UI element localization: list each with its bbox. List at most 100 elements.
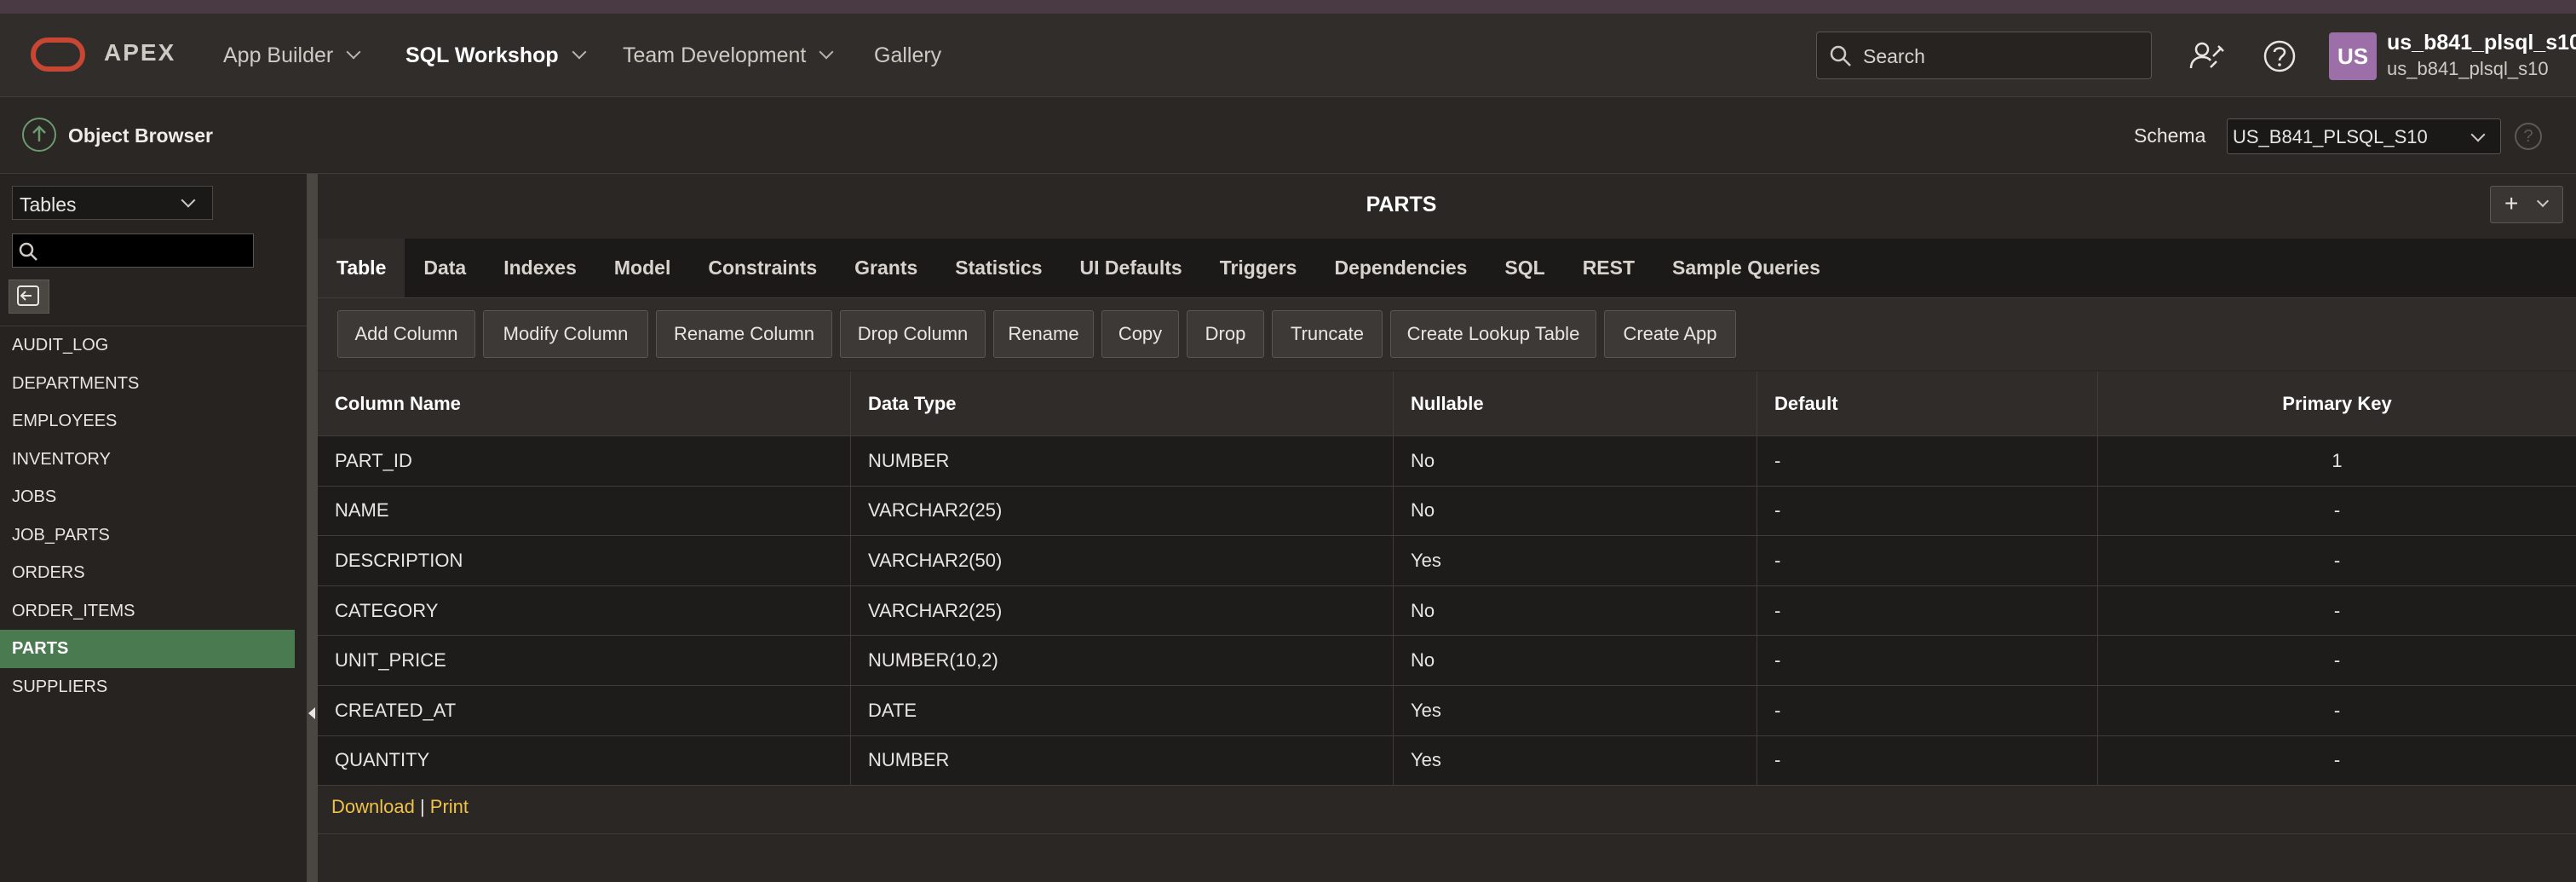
- nav-gallery-label: Gallery: [874, 43, 942, 67]
- nav-sql-workshop[interactable]: SQL Workshop: [405, 14, 587, 97]
- list-item[interactable]: AUDIT_LOG: [0, 326, 295, 365]
- list-item-selected[interactable]: PARTS: [0, 630, 295, 668]
- help-icon[interactable]: [2261, 37, 2298, 75]
- object-filter-input[interactable]: [43, 238, 248, 263]
- table-cell: -: [2097, 585, 2576, 636]
- tab-triggers[interactable]: Triggers: [1201, 239, 1316, 297]
- modify-column-button[interactable]: Modify Column: [483, 310, 648, 358]
- drop-button[interactable]: Drop: [1187, 310, 1264, 358]
- list-item[interactable]: ORDERS: [0, 554, 295, 592]
- chevron-down-icon: [572, 44, 587, 60]
- column-header[interactable]: Default: [1757, 372, 2097, 435]
- create-app-button[interactable]: Create App: [1604, 310, 1736, 358]
- columns-table: Column Name Data Type Nullable Default P…: [318, 372, 2576, 787]
- tab-indexes[interactable]: Indexes: [485, 239, 595, 297]
- table-cell: NUMBER(10,2): [850, 636, 1393, 685]
- list-item[interactable]: EMPLOYEES: [0, 402, 295, 441]
- collapse-button[interactable]: [9, 280, 49, 314]
- global-search[interactable]: [1816, 32, 2152, 79]
- main-content: PARTS + Table Data Indexes Model Constra…: [318, 174, 2576, 882]
- avatar[interactable]: US: [2329, 32, 2377, 80]
- table-header: Column Name Data Type Nullable Default P…: [318, 372, 2576, 436]
- table-cell: Yes: [1393, 685, 1757, 735]
- report-footer: Download | Print: [331, 796, 469, 818]
- schema-select[interactable]: US_B841_PLSQL_S10: [2227, 118, 2501, 154]
- nav-team-development[interactable]: Team Development: [623, 14, 834, 97]
- tab-sample-queries[interactable]: Sample Queries: [1653, 239, 1839, 297]
- table-cell: NUMBER: [850, 436, 1393, 486]
- user-name[interactable]: us_b841_plsql_s10: [2387, 31, 2576, 55]
- object-sidebar: Tables AUDIT_LOG DEPARTMENTS EMPLOYEES I…: [0, 174, 307, 882]
- table-cell: No: [1393, 486, 1757, 536]
- table-cell: PART_ID: [335, 449, 412, 471]
- nav-app-builder[interactable]: App Builder: [223, 14, 361, 97]
- tab-grants[interactable]: Grants: [836, 239, 936, 297]
- column-header[interactable]: Nullable: [1393, 372, 1757, 435]
- list-item[interactable]: JOB_PARTS: [0, 516, 295, 555]
- table-row: DESCRIPTION VARCHAR2(50) Yes - -: [318, 536, 2576, 586]
- table-cell: VARCHAR2(50): [850, 536, 1393, 585]
- panel-splitter[interactable]: [307, 174, 318, 882]
- tab-bar: Table Data Indexes Model Constraints Gra…: [318, 239, 2576, 298]
- tab-dependencies[interactable]: Dependencies: [1315, 239, 1486, 297]
- rename-button[interactable]: Rename: [993, 310, 1094, 358]
- object-filter[interactable]: [12, 233, 254, 268]
- oracle-logo-icon[interactable]: [31, 37, 85, 72]
- search-input[interactable]: [1861, 41, 2134, 72]
- list-item[interactable]: DEPARTMENTS: [0, 365, 295, 403]
- chevron-down-icon: [346, 44, 361, 60]
- collapse-arrow-icon[interactable]: [308, 707, 315, 719]
- truncate-button[interactable]: Truncate: [1272, 310, 1383, 358]
- tab-ui-defaults[interactable]: UI Defaults: [1061, 239, 1201, 297]
- tab-model[interactable]: Model: [595, 239, 689, 297]
- chevron-down-icon: [2536, 194, 2550, 208]
- object-browser-header: Object Browser Schema US_B841_PLSQL_S10 …: [0, 97, 2576, 174]
- list-item[interactable]: ORDER_ITEMS: [0, 592, 295, 631]
- nav-gallery[interactable]: Gallery: [874, 14, 941, 97]
- tab-table[interactable]: Table: [318, 239, 405, 297]
- rename-column-button[interactable]: Rename Column: [656, 310, 832, 358]
- tab-sql[interactable]: SQL: [1486, 239, 1563, 297]
- footer-divider: [318, 833, 2576, 834]
- table-cell: 1: [2097, 436, 2576, 486]
- schema-help-icon[interactable]: ?: [2515, 123, 2542, 150]
- column-header[interactable]: Column Name: [318, 372, 850, 435]
- list-item[interactable]: SUPPLIERS: [0, 668, 295, 706]
- column-header[interactable]: Primary Key: [2097, 372, 2576, 435]
- arrow-up-icon[interactable]: [22, 118, 56, 152]
- table-cell: -: [2097, 486, 2576, 536]
- table-row: NAME VARCHAR2(25) No - -: [318, 486, 2576, 537]
- apex-logo-text[interactable]: APEX: [104, 39, 175, 66]
- object-type-select[interactable]: Tables: [12, 186, 213, 220]
- list-item[interactable]: INVENTORY: [0, 441, 295, 479]
- create-menu-button[interactable]: +: [2490, 186, 2563, 223]
- copy-button[interactable]: Copy: [1101, 310, 1179, 358]
- table-cell: -: [1757, 636, 2097, 685]
- add-column-button[interactable]: Add Column: [337, 310, 475, 358]
- tab-rest[interactable]: REST: [1564, 239, 1653, 297]
- table-cell: VARCHAR2(25): [850, 486, 1393, 536]
- print-link[interactable]: Print: [430, 796, 469, 817]
- tab-statistics[interactable]: Statistics: [936, 239, 1061, 297]
- table-cell: CATEGORY: [335, 599, 439, 621]
- schema-value: US_B841_PLSQL_S10: [2233, 126, 2428, 147]
- table-cell: No: [1393, 585, 1757, 636]
- drop-column-button[interactable]: Drop Column: [840, 310, 986, 358]
- create-lookup-table-button[interactable]: Create Lookup Table: [1390, 310, 1596, 358]
- table-cell: Yes: [1393, 735, 1757, 786]
- table-cell: NUMBER: [850, 735, 1393, 786]
- collapse-icon: [17, 285, 39, 306]
- download-link[interactable]: Download: [331, 796, 415, 817]
- list-item[interactable]: JOBS: [0, 478, 295, 516]
- chevron-down-icon: [181, 193, 196, 208]
- tab-data[interactable]: Data: [405, 239, 485, 297]
- action-toolbar: Add Column Modify Column Rename Column D…: [318, 298, 2576, 370]
- table-cell: No: [1393, 636, 1757, 685]
- search-icon: [1830, 45, 1851, 66]
- column-header[interactable]: Data Type: [850, 372, 1393, 435]
- admin-user-icon[interactable]: [2188, 37, 2225, 75]
- tab-constraints[interactable]: Constraints: [689, 239, 836, 297]
- chevron-down-icon: [2470, 127, 2486, 142]
- schema-label: Schema: [2134, 124, 2206, 147]
- table-cell: -: [2097, 685, 2576, 735]
